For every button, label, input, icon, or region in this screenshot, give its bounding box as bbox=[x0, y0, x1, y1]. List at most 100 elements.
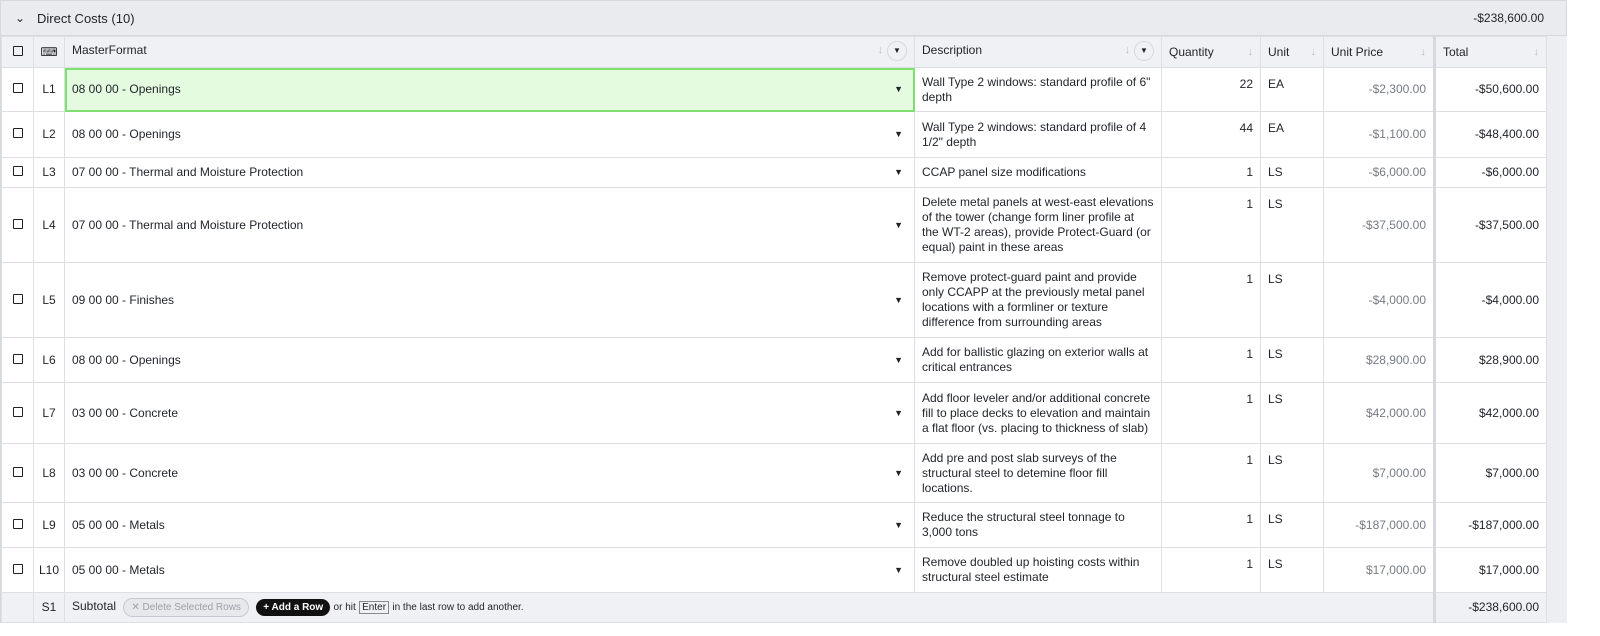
sort-icon[interactable]: ↓ bbox=[1125, 43, 1131, 58]
quantity-cell[interactable]: 1 bbox=[1161, 443, 1261, 503]
unit-price-cell[interactable]: $42,000.00 bbox=[1323, 382, 1435, 444]
row-checkbox[interactable] bbox=[1, 262, 34, 338]
quantity-cell[interactable]: 22 bbox=[1161, 67, 1261, 112]
row-checkbox[interactable] bbox=[1, 337, 34, 383]
column-unit[interactable]: Unit ↓ bbox=[1260, 36, 1324, 68]
dropdown-arrow-icon[interactable]: ▼ bbox=[894, 466, 903, 481]
dropdown-arrow-icon[interactable]: ▼ bbox=[894, 293, 903, 308]
unit-cell[interactable]: EA bbox=[1260, 111, 1324, 158]
quantity-cell[interactable]: 1 bbox=[1161, 262, 1261, 338]
unit-price-cell[interactable]: -$2,300.00 bbox=[1323, 67, 1435, 112]
dropdown-arrow-icon[interactable]: ▼ bbox=[894, 518, 903, 533]
quantity-cell[interactable]: 1 bbox=[1161, 337, 1261, 383]
unit-cell[interactable]: LS bbox=[1260, 187, 1324, 263]
description-cell[interactable]: Wall Type 2 windows: standard profile of… bbox=[914, 111, 1162, 158]
column-menu-icon[interactable]: ▼ bbox=[887, 41, 907, 61]
masterformat-select[interactable]: 08 00 00 - Openings ▼ bbox=[64, 111, 915, 158]
select-all-checkbox[interactable] bbox=[1, 36, 34, 68]
scrollbar[interactable] bbox=[1547, 36, 1567, 623]
masterformat-select[interactable]: 08 00 00 - Openings ▼ bbox=[64, 67, 915, 112]
total-cell: -$6,000.00 bbox=[1433, 157, 1547, 188]
description-cell[interactable]: Add floor leveler and/or additional conc… bbox=[914, 382, 1162, 444]
masterformat-select[interactable]: 03 00 00 - Concrete ▼ bbox=[64, 443, 915, 503]
column-total[interactable]: Total ↓ bbox=[1433, 36, 1547, 68]
row-checkbox[interactable] bbox=[1, 502, 34, 548]
dropdown-arrow-icon[interactable]: ▼ bbox=[894, 563, 903, 578]
masterformat-select[interactable]: 03 00 00 - Concrete ▼ bbox=[64, 382, 915, 444]
row-checkbox[interactable] bbox=[1, 382, 34, 444]
column-unit-price[interactable]: Unit Price ↓ bbox=[1323, 36, 1435, 68]
unit-price-cell[interactable]: $28,900.00 bbox=[1323, 337, 1435, 383]
row-checkbox[interactable] bbox=[1, 111, 34, 158]
description-cell[interactable]: Add pre and post slab surveys of the str… bbox=[914, 443, 1162, 503]
quantity-cell[interactable]: 1 bbox=[1161, 187, 1261, 263]
sort-icon[interactable]: ↓ bbox=[1311, 45, 1317, 60]
masterformat-select[interactable]: 07 00 00 - Thermal and Moisture Protecti… bbox=[64, 187, 915, 263]
unit-cell[interactable]: LS bbox=[1260, 157, 1324, 188]
unit-cell[interactable]: LS bbox=[1260, 547, 1324, 593]
unit-price-cell[interactable]: -$6,000.00 bbox=[1323, 157, 1435, 188]
dropdown-arrow-icon[interactable]: ▼ bbox=[894, 353, 903, 368]
description-cell[interactable]: Remove protect-guard paint and provide o… bbox=[914, 262, 1162, 338]
dropdown-arrow-icon[interactable]: ▼ bbox=[894, 82, 903, 97]
row-checkbox[interactable] bbox=[1, 443, 34, 503]
delete-selected-rows-button[interactable]: ✕ Delete Selected Rows bbox=[123, 598, 249, 617]
sort-icon[interactable]: ↓ bbox=[1421, 45, 1427, 60]
add-row-button[interactable]: + Add a Row bbox=[256, 599, 331, 616]
dropdown-arrow-icon[interactable]: ▼ bbox=[894, 406, 903, 421]
description-cell[interactable]: Remove doubled up hoisting costs within … bbox=[914, 547, 1162, 593]
unit-price-cell[interactable]: -$1,100.00 bbox=[1323, 111, 1435, 158]
masterformat-select[interactable]: 09 00 00 - Finishes ▼ bbox=[64, 262, 915, 338]
masterformat-value: 09 00 00 - Finishes bbox=[72, 292, 175, 307]
unit-cell[interactable]: LS bbox=[1260, 443, 1324, 503]
unit-cell[interactable]: LS bbox=[1260, 502, 1324, 548]
group-header[interactable]: ⌄ Direct Costs (10) -$238,600.00 bbox=[1, 1, 1566, 36]
total-cell: $42,000.00 bbox=[1433, 382, 1547, 444]
masterformat-value: 08 00 00 - Openings bbox=[72, 127, 181, 141]
row-checkbox[interactable] bbox=[1, 547, 34, 593]
unit-cell[interactable]: LS bbox=[1260, 262, 1324, 338]
cost-table: ⌨ MasterFormat ▼ ↓ Description ▼ ↓ Quantity ↓… bbox=[1, 36, 1547, 623]
masterformat-select[interactable]: 07 00 00 - Thermal and Moisture Protecti… bbox=[64, 157, 915, 188]
column-masterformat[interactable]: MasterFormat ▼ ↓ bbox=[64, 36, 915, 68]
chevron-down-icon[interactable]: ⌄ bbox=[15, 11, 29, 25]
dropdown-arrow-icon[interactable]: ▼ bbox=[894, 165, 903, 180]
quantity-cell[interactable]: 1 bbox=[1161, 382, 1261, 444]
dropdown-arrow-icon[interactable]: ▼ bbox=[894, 218, 903, 233]
unit-price-cell[interactable]: $17,000.00 bbox=[1323, 547, 1435, 593]
masterformat-value: 07 00 00 - Thermal and Moisture Protecti… bbox=[72, 165, 304, 179]
quantity-cell[interactable]: 1 bbox=[1161, 157, 1261, 188]
unit-cell[interactable]: EA bbox=[1260, 67, 1324, 112]
row-checkbox[interactable] bbox=[1, 187, 34, 263]
masterformat-select[interactable]: 08 00 00 - Openings ▼ bbox=[64, 337, 915, 383]
unit-cell[interactable]: LS bbox=[1260, 337, 1324, 383]
description-cell[interactable]: Add for ballistic glazing on exterior wa… bbox=[914, 337, 1162, 383]
dropdown-arrow-icon[interactable]: ▼ bbox=[894, 127, 903, 142]
column-description[interactable]: Description ▼ ↓ bbox=[914, 36, 1162, 68]
row-checkbox[interactable] bbox=[1, 157, 34, 188]
quantity-cell[interactable]: 44 bbox=[1161, 111, 1261, 158]
group-total: -$238,600.00 bbox=[1473, 11, 1544, 25]
sort-icon[interactable]: ↓ bbox=[878, 43, 884, 58]
description-cell[interactable]: Reduce the structural steel tonnage to 3… bbox=[914, 502, 1162, 548]
description-cell[interactable]: Delete metal panels at west-east elevati… bbox=[914, 187, 1162, 263]
description-cell[interactable]: CCAP panel size modifications bbox=[914, 157, 1162, 188]
total-cell: $17,000.00 bbox=[1433, 547, 1547, 593]
column-menu-icon[interactable]: ▼ bbox=[1134, 41, 1154, 61]
row-checkbox[interactable] bbox=[1, 67, 34, 112]
table-row: L2 08 00 00 - Openings ▼ Wall Type 2 wind… bbox=[1, 111, 1547, 158]
sort-icon[interactable]: ↓ bbox=[1248, 45, 1254, 60]
description-cell[interactable]: Wall Type 2 windows: standard profile of… bbox=[914, 67, 1162, 112]
unit-price-cell[interactable]: -$4,000.00 bbox=[1323, 262, 1435, 338]
quantity-cell[interactable]: 1 bbox=[1161, 547, 1261, 593]
unit-price-cell[interactable]: -$187,000.00 bbox=[1323, 502, 1435, 548]
keyboard-icon[interactable]: ⌨ bbox=[33, 36, 65, 68]
unit-price-cell[interactable]: $7,000.00 bbox=[1323, 443, 1435, 503]
column-quantity[interactable]: Quantity ↓ bbox=[1161, 36, 1261, 68]
masterformat-select[interactable]: 05 00 00 - Metals ▼ bbox=[64, 547, 915, 593]
quantity-cell[interactable]: 1 bbox=[1161, 502, 1261, 548]
masterformat-select[interactable]: 05 00 00 - Metals ▼ bbox=[64, 502, 915, 548]
unit-price-cell[interactable]: -$37,500.00 bbox=[1323, 187, 1435, 263]
unit-cell[interactable]: LS bbox=[1260, 382, 1324, 444]
sort-icon[interactable]: ↓ bbox=[1534, 45, 1540, 60]
